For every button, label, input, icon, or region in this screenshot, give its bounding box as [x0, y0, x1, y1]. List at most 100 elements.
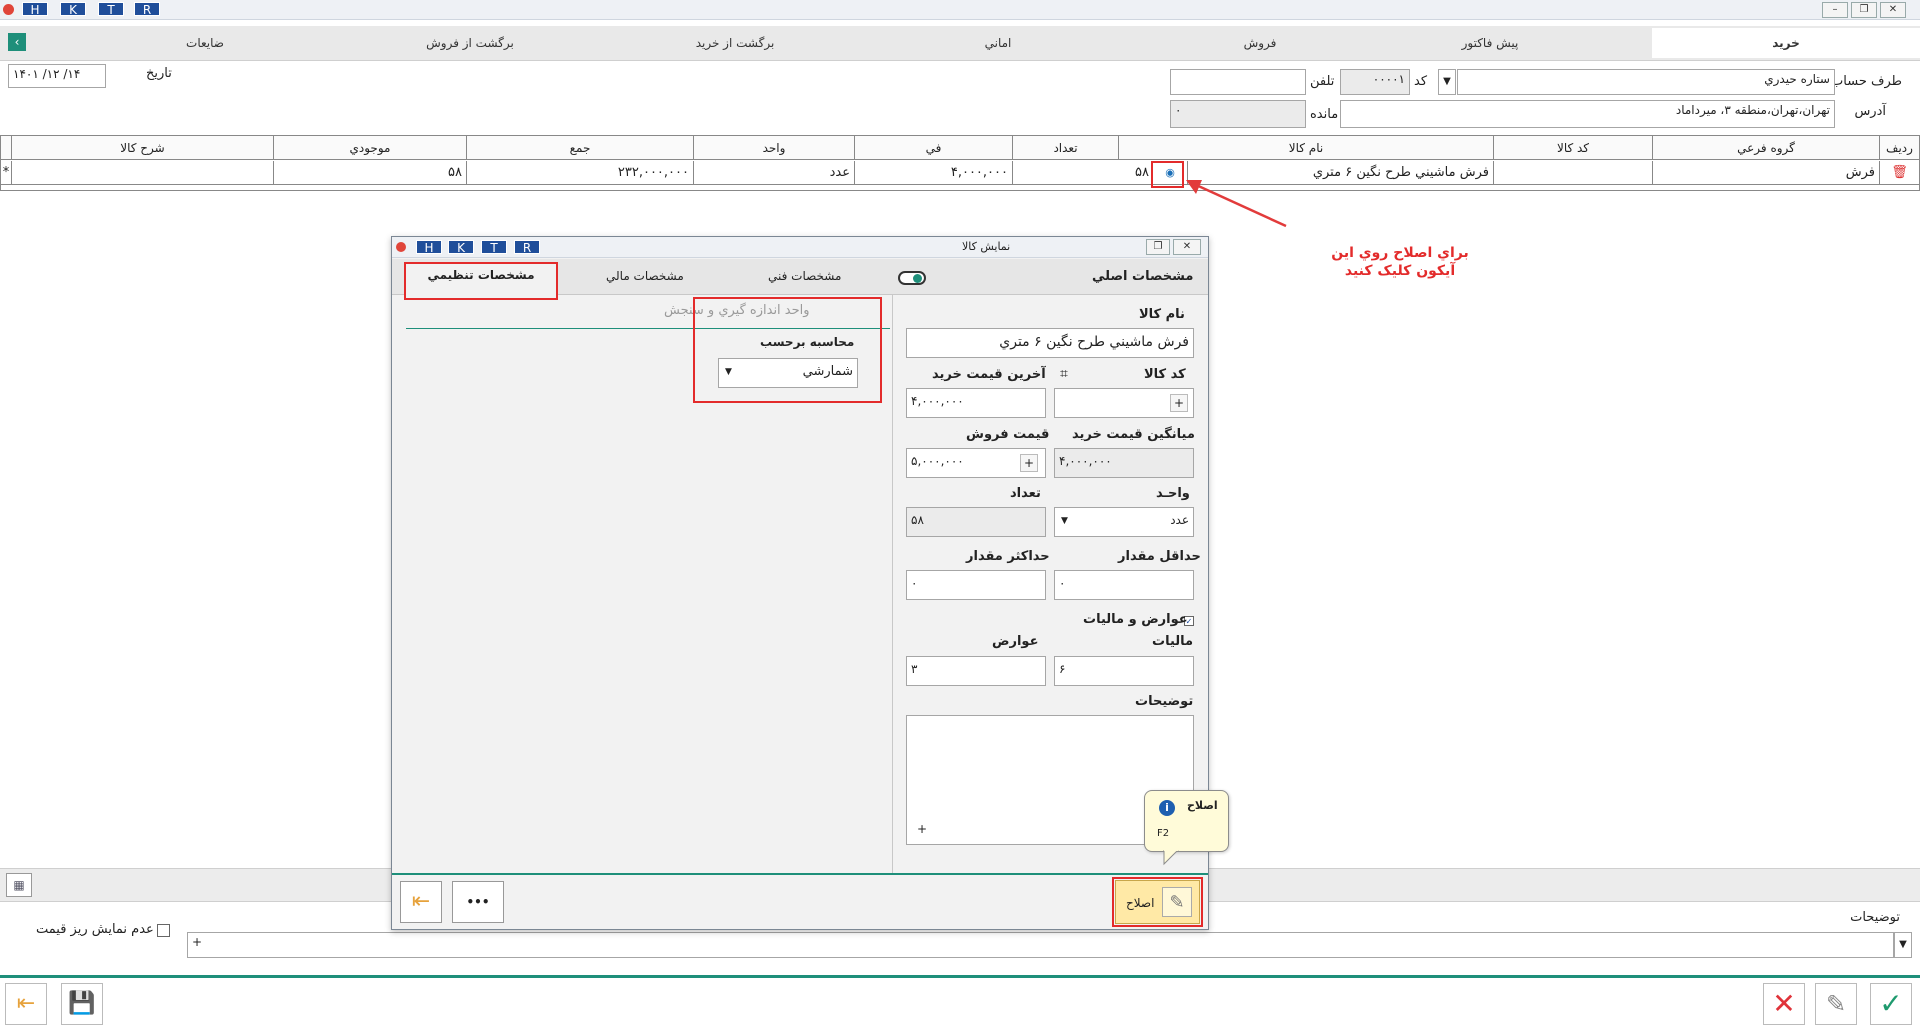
dialog-hotkey-t[interactable]: T: [481, 240, 507, 255]
annotation-arrow: [1186, 180, 1287, 228]
col-price: في: [854, 136, 1012, 160]
duty-field[interactable]: ۳: [906, 656, 1046, 686]
cell-unit: عدد: [693, 161, 854, 185]
account-field[interactable]: ستاره حيدري: [1457, 69, 1835, 95]
sell-price-add-button[interactable]: +: [1020, 454, 1038, 472]
hotkey-r-button[interactable]: R: [134, 2, 160, 17]
close-window-icon[interactable]: ✕: [1880, 2, 1906, 18]
balance-label: مانده: [1310, 107, 1339, 122]
phone-field[interactable]: [1170, 69, 1306, 95]
address-field[interactable]: تهران،تهران،منطقه ۳، ميرداماد: [1340, 100, 1835, 128]
tab-tech-specs[interactable]: مشخصات فني: [768, 269, 841, 283]
col-desc: شرح کالا: [11, 136, 273, 160]
tabs-scroll-button[interactable]: ‹: [8, 33, 26, 51]
hotkey-h-button[interactable]: H: [22, 2, 48, 17]
annotation-line-1: براي اصلاح روي اين: [1331, 245, 1469, 261]
date-field[interactable]: ۱۴۰۱ /۱۲ /۱۴: [8, 64, 106, 88]
code-field[interactable]: ۰۰۰۰۱: [1340, 69, 1410, 95]
tax-field[interactable]: ۶: [1054, 656, 1194, 686]
cell-qty: ۵۸: [1012, 161, 1153, 185]
notes-field[interactable]: +: [187, 932, 1894, 958]
more-options-button[interactable]: •••: [452, 881, 504, 923]
col-row: رديف: [1879, 136, 1919, 160]
product-name-field[interactable]: فرش ماشيني طرح نگين ۶ متري: [906, 328, 1194, 358]
sell-price-label: قيمت فروش: [966, 427, 1050, 442]
cell-total: ۲۳۲,۰۰۰,۰۰۰: [466, 161, 693, 185]
notes-label: توضيحات: [1850, 910, 1900, 925]
save-button[interactable]: 💾: [61, 983, 103, 1025]
barcode-icon[interactable]: ⌗: [1060, 366, 1068, 382]
toggle-switch[interactable]: [898, 271, 926, 285]
col-qty: تعداد: [1012, 136, 1118, 160]
dialog-footer: [392, 873, 1208, 929]
code-label: کد: [1414, 74, 1428, 89]
dialog-title-bar: H K T R نمايش کالا ❐ ✕: [392, 237, 1208, 258]
unit-label: واحـد: [1156, 486, 1190, 501]
avg-buy-price-field: ۴,۰۰۰,۰۰۰: [1054, 448, 1194, 478]
hotkey-k-button[interactable]: K: [60, 2, 86, 17]
hide-price-checkbox[interactable]: [157, 924, 170, 937]
trash-icon[interactable]: 🗑: [1891, 165, 1908, 180]
dialog-hotkey-k[interactable]: K: [448, 240, 474, 255]
dialog-hotkey-h[interactable]: H: [416, 240, 442, 255]
dialog-close-icon[interactable]: ✕: [1173, 239, 1201, 255]
cell-group: فرش: [1652, 161, 1879, 185]
tax-section-label: عوارض و ماليات: [1083, 612, 1188, 627]
edit-button-highlight: [1112, 877, 1203, 927]
qty-field: ۵۸: [906, 507, 1046, 537]
info-icon: i: [1159, 800, 1175, 816]
dialog-restore-icon[interactable]: ❐: [1146, 239, 1170, 255]
product-name-label: نام کالا: [1139, 307, 1185, 322]
title-bar: H K T R – ❐ ✕: [0, 0, 1920, 20]
tab-buy-return[interactable]: برگشت از خريد: [655, 28, 815, 58]
tab-sell[interactable]: فروش: [1190, 28, 1330, 58]
cell-code: [1493, 161, 1652, 185]
last-buy-price-label: آخرين قيمت خريد: [932, 367, 1046, 382]
max-qty-field[interactable]: ۰: [906, 570, 1046, 600]
dialog-exit-button[interactable]: ⇤: [400, 881, 442, 923]
cell-desc: [11, 161, 273, 185]
min-qty-label: حداقل مقدار: [1118, 549, 1201, 564]
hotkey-t-button[interactable]: T: [98, 2, 124, 17]
tab-proforma[interactable]: پيش فاکتور: [1420, 28, 1560, 58]
dialog-hotkey-r[interactable]: R: [514, 240, 540, 255]
description-label: توضيحات: [1135, 694, 1194, 709]
phone-label: تلفن: [1310, 74, 1335, 89]
tab-sell-return[interactable]: برگشت از فروش: [390, 28, 550, 58]
col-stock: موجودي: [273, 136, 466, 160]
tab-financial-specs[interactable]: مشخصات مالي: [606, 269, 684, 283]
minimize-icon[interactable]: –: [1822, 2, 1848, 18]
unit-dropdown-icon[interactable]: ▼: [1061, 516, 1068, 526]
tab-consignment[interactable]: اماني: [928, 28, 1068, 58]
restore-icon[interactable]: ❐: [1851, 2, 1877, 18]
last-buy-price-field[interactable]: ۴,۰۰۰,۰۰۰: [906, 388, 1046, 418]
edit-button[interactable]: ✎: [1815, 983, 1857, 1025]
unit-value: عدد: [1170, 513, 1189, 527]
confirm-button[interactable]: ✓: [1870, 983, 1912, 1025]
tab-waste[interactable]: ضايعات: [140, 28, 270, 58]
col-total: جمع: [466, 136, 693, 160]
min-qty-field[interactable]: ۰: [1054, 570, 1194, 600]
annotation-line-2: آيکون کليک کنيد: [1344, 263, 1456, 279]
tooltip-title: اصلاح: [1187, 799, 1218, 812]
exit-button[interactable]: ⇤: [5, 983, 47, 1025]
close-dot-icon[interactable]: [3, 4, 14, 15]
row-delete-cell[interactable]: 🗑: [1879, 161, 1919, 185]
notes-dropdown-button[interactable]: ▼: [1894, 932, 1912, 958]
balance-field: ۰: [1170, 100, 1306, 128]
code-add-button[interactable]: +: [1170, 394, 1188, 412]
account-dropdown-button[interactable]: ▼: [1438, 69, 1456, 95]
qty-label: تعداد: [1010, 486, 1041, 501]
description-add-button[interactable]: +: [917, 822, 927, 836]
tab-main-specs[interactable]: مشخصات اصلي: [1092, 269, 1193, 284]
dialog-close-dot-icon[interactable]: [396, 242, 406, 252]
table-row[interactable]: 🗑 فرش فرش ماشيني طرح نگين ۶ متري ◉ ۵۸ ۴,…: [1, 161, 1919, 185]
layout-icon[interactable]: ▦: [6, 873, 32, 897]
cancel-button[interactable]: ✕: [1763, 983, 1805, 1025]
unit-select[interactable]: عدد ▼: [1054, 507, 1194, 537]
dialog-title: نمايش کالا: [962, 240, 1011, 253]
tooltip-pointer: [1163, 850, 1179, 866]
tab-buy[interactable]: خريد: [1652, 28, 1920, 58]
panel-divider: [892, 295, 893, 873]
tooltip-shortcut: F2: [1157, 828, 1170, 839]
